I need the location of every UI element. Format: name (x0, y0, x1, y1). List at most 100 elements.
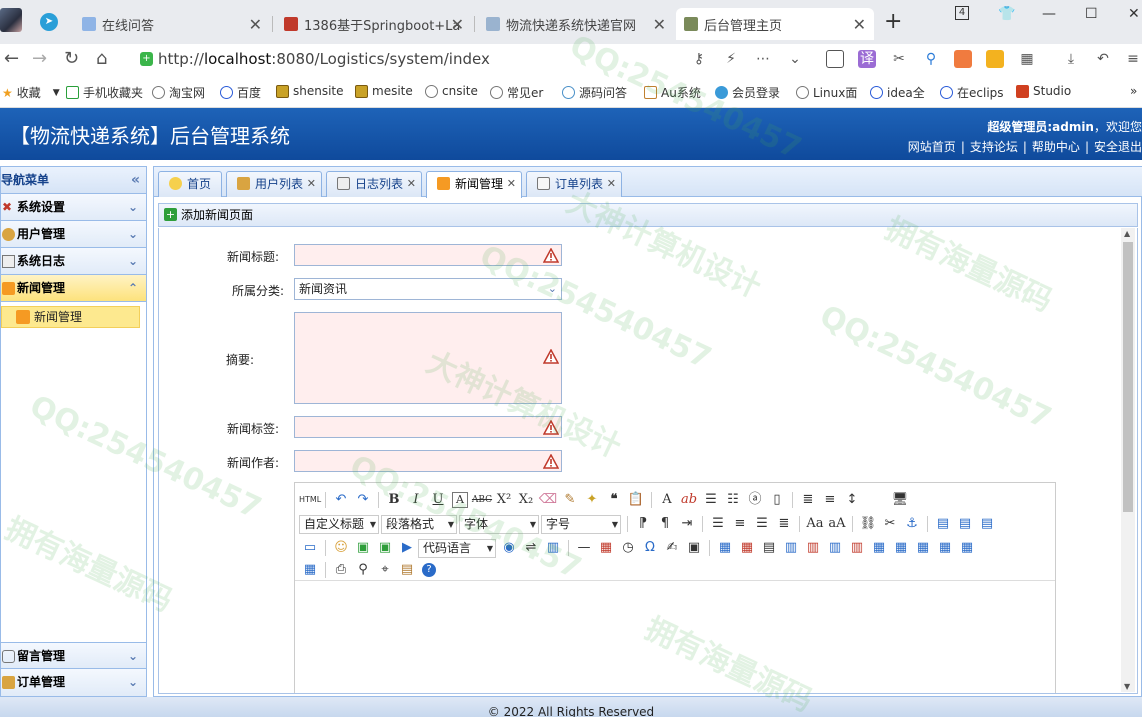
url-input[interactable]: + http://localhost:8080/Logistics/system… (136, 47, 816, 73)
clear-doc-icon[interactable]: ▯ (766, 490, 788, 510)
screenshot-icon[interactable]: ▣ (683, 538, 705, 558)
sidebar-group-system[interactable]: ✖ 系统设置 ⌄ (1, 194, 146, 221)
bookmark-item[interactable]: Studio (1016, 84, 1071, 98)
drafts-icon[interactable]: ▤ (396, 560, 418, 580)
merge-cells-icon[interactable]: ▦ (868, 538, 890, 558)
underline-icon[interactable]: U (427, 490, 449, 510)
paste-text-icon[interactable]: 📋 (625, 490, 647, 510)
direction-ltr-icon[interactable]: ⁋ (632, 514, 654, 534)
tab-order-list[interactable]: 订单列表 ✕ (526, 171, 623, 197)
maximize-icon[interactable]: ☐ (1085, 6, 1098, 22)
image-float-none-icon[interactable]: ▤ (976, 514, 998, 534)
sidebar-group-users[interactable]: 用户管理 ⌄ (1, 221, 146, 248)
close-tab-icon[interactable]: ✕ (307, 172, 316, 196)
font-border-icon[interactable]: A (452, 492, 468, 508)
align-right-icon[interactable]: ☰ (751, 514, 773, 534)
anchor-icon[interactable]: ⚓ (901, 514, 923, 534)
image-center-icon[interactable]: ▭ (299, 538, 321, 558)
more-bookmarks-icon[interactable]: » (1130, 84, 1137, 98)
new-tab-button[interactable]: + (884, 9, 902, 34)
close-tab-icon[interactable]: ✕ (451, 15, 464, 34)
help-icon[interactable]: ? (422, 563, 436, 577)
sidebar-group-messages[interactable]: 留言管理 ⌄ (1, 642, 146, 669)
close-tab-icon[interactable]: ✕ (607, 172, 616, 196)
back-icon[interactable]: ← (4, 48, 19, 69)
scroll-up-icon[interactable]: ▲ (1124, 229, 1130, 238)
sidebar-group-logs[interactable]: 系统日志 ⌄ (1, 248, 146, 275)
download-icon[interactable]: ⤓ (1062, 50, 1080, 68)
scrawl-icon[interactable]: ✍ (661, 538, 683, 558)
unordered-list-icon[interactable]: ☷ (722, 490, 744, 510)
html-source-button[interactable]: HTML (299, 490, 321, 510)
link-help[interactable]: 帮助中心 (1032, 140, 1080, 154)
profile-avatar[interactable] (0, 8, 22, 32)
scissors-icon[interactable]: ✂ (890, 50, 908, 68)
uppercase-icon[interactable]: Aa (804, 514, 826, 534)
direction-rtl-icon[interactable]: ¶ (654, 514, 676, 534)
key-icon[interactable]: ⚷ (690, 50, 708, 68)
link-icon[interactable]: ⛓ (857, 514, 879, 534)
apps-grid-icon[interactable]: ▦ (1018, 50, 1036, 68)
collapse-sidebar-icon[interactable]: « (131, 167, 140, 194)
sidebar-group-orders[interactable]: 订单管理 ⌄ (1, 669, 146, 696)
translate-icon[interactable]: 译 (858, 50, 876, 68)
bookmark-item[interactable]: idea全 (870, 84, 925, 101)
delete-row-icon[interactable]: ▥ (802, 538, 824, 558)
close-tab-icon[interactable]: ✕ (249, 15, 262, 34)
screen-icon[interactable] (826, 50, 844, 68)
template-icon[interactable]: ▥ (542, 538, 564, 558)
expand-icon[interactable]: ⌄ (128, 221, 138, 248)
strikethrough-icon[interactable]: ABC (471, 490, 493, 510)
print-icon[interactable]: ⎙ (330, 560, 352, 580)
font-family-select[interactable]: 字体 ▼ (459, 514, 539, 534)
vertical-scrollbar[interactable]: ▲ ▼ (1121, 228, 1135, 692)
video-icon[interactable]: ▶ (396, 538, 418, 558)
bookmark-item[interactable]: 源码问答 (562, 84, 627, 101)
highlight-color-icon[interactable]: ab (678, 490, 700, 510)
chevron-down-icon[interactable]: ⌄ (548, 279, 557, 299)
title-input[interactable] (294, 244, 562, 266)
close-window-icon[interactable]: ✕ (1128, 6, 1140, 22)
preview-search-icon[interactable]: ⚲ (352, 560, 374, 580)
insert-col-icon[interactable]: ▥ (824, 538, 846, 558)
game-icon[interactable] (954, 50, 972, 68)
more-dots-icon[interactable]: ⋯ (754, 50, 772, 68)
image-icon[interactable]: ▣ (352, 538, 374, 558)
forward-icon[interactable]: → (32, 48, 47, 69)
tab-user-list[interactable]: 用户列表 ✕ (226, 171, 323, 197)
expand-icon[interactable]: ⌄ (128, 669, 138, 696)
bookmark-item[interactable]: 常见er (490, 84, 543, 101)
collapse-icon[interactable]: ⌃ (128, 275, 138, 302)
subscript-icon[interactable]: X₂ (515, 490, 537, 510)
ordered-list-icon[interactable]: ☰ (700, 490, 722, 510)
tab-count-badge[interactable]: 4 (955, 6, 969, 20)
tags-input[interactable] (294, 416, 562, 438)
link-forum[interactable]: 支持论坛 (970, 140, 1018, 154)
close-tab-icon[interactable]: ✕ (853, 15, 866, 34)
scroll-down-icon[interactable]: ▼ (1124, 682, 1130, 691)
search-icon[interactable]: ⚲ (922, 50, 940, 68)
find-replace-icon[interactable]: ⌖ (374, 560, 396, 580)
unlink-icon[interactable]: ✂ (879, 514, 901, 534)
link-logout[interactable]: 安全退出 (1094, 140, 1142, 154)
insert-row-icon[interactable]: ▥ (780, 538, 802, 558)
tab-log-list[interactable]: 日志列表 ✕ (326, 171, 423, 197)
font-color-icon[interactable]: A (656, 490, 678, 510)
expand-icon[interactable]: ⌄ (128, 248, 138, 275)
indent-icon[interactable]: ⇥ (676, 514, 698, 534)
scrollbar-thumb[interactable] (1123, 242, 1133, 512)
telegram-icon[interactable]: ➤ (40, 13, 58, 31)
tab-news-manage[interactable]: 新闻管理 ✕ (426, 171, 523, 198)
align-left-icon[interactable]: ☰ (707, 514, 729, 534)
merge-right-icon[interactable]: ▦ (890, 538, 912, 558)
close-tab-icon[interactable]: ✕ (653, 15, 666, 34)
image-float-right-icon[interactable]: ▤ (954, 514, 976, 534)
redo-icon[interactable]: ↷ (352, 490, 374, 510)
special-chars-icon[interactable]: Ω (639, 538, 661, 558)
table-caption-icon[interactable]: ▤ (758, 538, 780, 558)
close-tab-icon[interactable]: ✕ (507, 172, 516, 196)
shield-icon[interactable] (986, 50, 1004, 68)
bookmark-favorites[interactable]: ★ 收藏 ▼ (2, 84, 60, 101)
expand-icon[interactable]: ⌄ (128, 643, 138, 670)
bookmark-item[interactable]: 淘宝网 (152, 84, 205, 101)
